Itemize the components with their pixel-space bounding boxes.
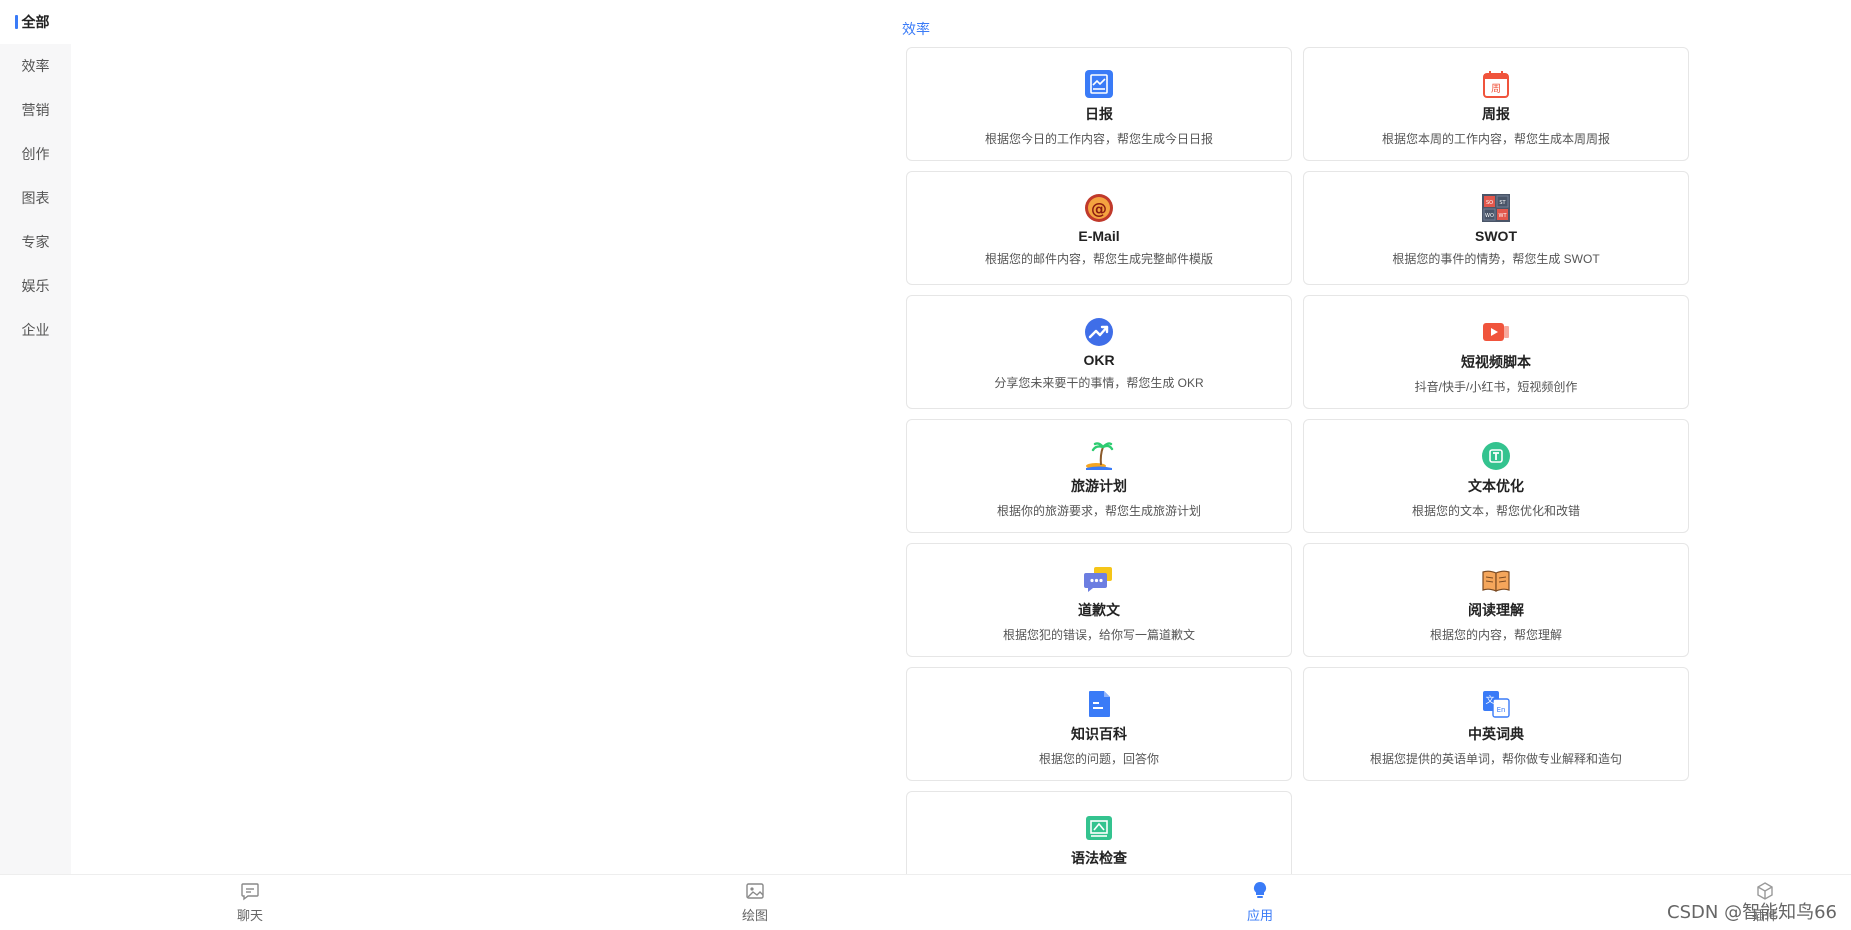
app-card-encyclopedia[interactable]: 知识百科 根据您的问题，回答你 — [906, 667, 1292, 781]
card-description: 根据你的旅游要求，帮您生成旅游计划 — [996, 504, 1201, 518]
svg-text:ST: ST — [1499, 200, 1506, 206]
svg-text:周: 周 — [1491, 83, 1501, 95]
card-title: 道歉文 — [1078, 602, 1120, 618]
svg-text:WT: WT — [1499, 213, 1508, 219]
card-description: 根据您的问题，回答你 — [1038, 752, 1159, 766]
app-card-reading[interactable]: 阅读理解 根据您的内容，帮您理解 — [1303, 543, 1689, 657]
card-title: 旅游计划 — [1071, 478, 1127, 494]
card-title: 文本优化 — [1468, 478, 1524, 494]
nav-drawing[interactable]: 绘图 — [715, 881, 795, 924]
card-title: 知识百科 — [1071, 726, 1127, 742]
video-script-icon — [1483, 323, 1509, 341]
card-description: 根据您的邮件内容，帮您生成完整邮件模版 — [984, 252, 1213, 266]
app-card-swot[interactable]: SO ST WO WT SWOT 根据您的事件的情势，帮您生成 SWOT — [1303, 171, 1689, 285]
card-description: 分享您未来要干的事情，帮您生成 OKR — [994, 376, 1204, 390]
card-title: 阅读理解 — [1468, 602, 1524, 618]
nav-label: 绘图 — [741, 908, 768, 923]
app-card-text-optimize[interactable]: 文本优化 根据您的文本，帮您优化和改错 — [1303, 419, 1689, 533]
card-title: 中英词典 — [1468, 726, 1524, 742]
card-description: 根据您的事件的情势，帮您生成 SWOT — [1392, 252, 1600, 266]
sidebar-item-entertainment[interactable]: 娱乐 — [0, 264, 71, 308]
encyclopedia-icon — [1089, 691, 1110, 717]
bottom-nav: 聊天 绘图 应用 插件 — [0, 874, 1851, 930]
app-bulb-icon — [1253, 881, 1267, 898]
section-title: 效率 — [902, 21, 930, 37]
sidebar-item-enterprise[interactable]: 企业 — [0, 308, 71, 352]
app-card-weekly-report[interactable]: 周 周报 根据您本周的工作内容，帮您生成本周周报 — [1303, 47, 1689, 161]
sidebar-item-marketing[interactable]: 营销 — [0, 88, 71, 132]
nav-chat[interactable]: 聊天 — [210, 881, 290, 924]
sidebar-item-efficiency[interactable]: 效率 — [0, 44, 71, 88]
card-title: OKR — [1083, 352, 1115, 368]
daily-report-icon — [1085, 70, 1113, 98]
svg-text:@: @ — [1091, 199, 1107, 218]
okr-icon — [1085, 318, 1113, 346]
nav-apps[interactable]: 应用 — [1220, 881, 1300, 924]
sidebar-item-charts[interactable]: 图表 — [0, 176, 71, 220]
nav-label: 应用 — [1246, 908, 1273, 923]
card-title: 短视频脚本 — [1461, 354, 1531, 370]
category-sidebar: 全部 效率 营销 创作 图表 专家 娱乐 企业 — [0, 0, 71, 874]
sidebar-item-all[interactable]: 全部 — [0, 0, 71, 44]
text-optimize-icon — [1482, 442, 1510, 470]
card-description: 抖音/快手/小红书，短视频创作 — [1414, 380, 1578, 394]
app-card-email[interactable]: @ E-Mail 根据您的邮件内容，帮您生成完整邮件模版 — [906, 171, 1292, 285]
app-card-grid: 日报 根据您今日的工作内容，帮您生成今日日报 周 周报 根据您本周的工作内容，帮… — [906, 47, 1689, 905]
card-title: 周报 — [1482, 106, 1510, 122]
svg-text:SO: SO — [1486, 200, 1493, 206]
svg-text:WO: WO — [1485, 213, 1494, 219]
card-title: 语法检查 — [1071, 850, 1127, 866]
card-title: E-Mail — [1078, 228, 1120, 244]
app-card-dictionary[interactable]: 文 En 中英词典 根据您提供的英语单词，帮你做专业解释和造句 — [1303, 667, 1689, 781]
app-card-travel-plan[interactable]: 旅游计划 根据你的旅游要求，帮您生成旅游计划 — [906, 419, 1292, 533]
svg-text:En: En — [1497, 706, 1506, 714]
card-description: 根据您犯的错误，给你写一篇道歉文 — [1002, 628, 1195, 642]
app-card-video-script[interactable]: 短视频脚本 抖音/快手/小红书，短视频创作 — [1303, 295, 1689, 409]
chat-icon — [241, 883, 259, 901]
card-title: SWOT — [1475, 228, 1517, 244]
reading-icon — [1482, 570, 1510, 592]
app-card-apology-letter[interactable]: 道歉文 根据您犯的错误，给你写一篇道歉文 — [906, 543, 1292, 657]
sidebar-item-expert[interactable]: 专家 — [0, 220, 71, 264]
weekly-report-icon: 周 — [1483, 71, 1509, 98]
swot-icon: SO ST WO WT — [1482, 194, 1510, 222]
card-description: 根据您提供的英语单词，帮你做专业解释和造句 — [1369, 752, 1622, 766]
watermark: CSDN @智能知鸟66 — [1667, 902, 1837, 923]
apology-letter-icon — [1084, 567, 1112, 592]
app-card-okr[interactable]: OKR 分享您未来要干的事情，帮您生成 OKR — [906, 295, 1292, 409]
card-title: 日报 — [1085, 106, 1113, 122]
card-description: 根据您的内容，帮您理解 — [1429, 628, 1562, 642]
nav-label: 聊天 — [236, 908, 263, 923]
sidebar-item-creation[interactable]: 创作 — [0, 132, 71, 176]
travel-plan-icon — [1086, 442, 1114, 470]
email-icon: @ — [1085, 194, 1113, 222]
grammar-check-icon — [1086, 816, 1112, 840]
svg-text:文: 文 — [1485, 694, 1494, 706]
image-icon — [746, 883, 764, 899]
app-card-daily-report[interactable]: 日报 根据您今日的工作内容，帮您生成今日日报 — [906, 47, 1292, 161]
card-description: 根据您今日的工作内容，帮您生成今日日报 — [984, 132, 1213, 146]
card-description: 根据您的文本，帮您优化和改错 — [1411, 504, 1580, 518]
dictionary-icon: 文 En — [1483, 691, 1510, 718]
card-description: 根据您本周的工作内容，帮您生成本周周报 — [1381, 132, 1610, 146]
